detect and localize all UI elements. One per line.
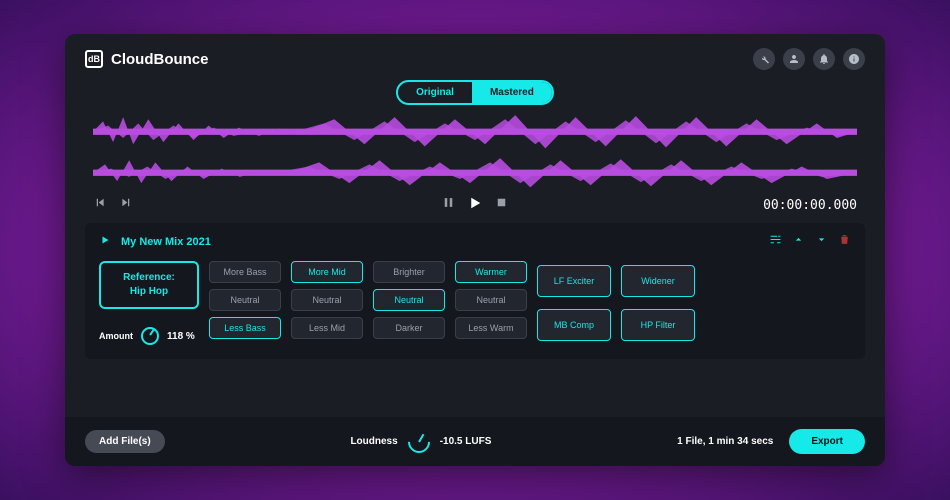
track-name: My New Mix 2021 xyxy=(121,236,211,248)
chip-neutral-bright[interactable]: Neutral xyxy=(373,289,445,311)
chip-darker[interactable]: Darker xyxy=(373,317,445,339)
user-icon[interactable] xyxy=(783,48,805,70)
chip-brighter[interactable]: Brighter xyxy=(373,261,445,283)
transport-bar: 00:00:00.000 xyxy=(65,191,885,217)
file-info: 1 File, 1 min 34 secs xyxy=(677,436,773,447)
eq-warm-col: Warmer Neutral Less Warm xyxy=(455,261,527,345)
chip-more-bass[interactable]: More Bass xyxy=(209,261,281,283)
play-icon[interactable] xyxy=(466,194,484,217)
footer-bar: Add File(s) Loudness -10.5 LUFS 1 File, … xyxy=(65,417,885,466)
logo-badge: dB xyxy=(85,50,103,68)
chip-lf-exciter[interactable]: LF Exciter xyxy=(537,265,611,297)
chip-widener[interactable]: Widener xyxy=(621,265,695,297)
sliders-icon[interactable] xyxy=(769,233,782,251)
chip-less-bass[interactable]: Less Bass xyxy=(209,317,281,339)
amount-label: Amount xyxy=(99,331,133,341)
loudness-label: Loudness xyxy=(350,436,397,447)
add-files-button[interactable]: Add File(s) xyxy=(85,430,165,453)
toggle-pill: Original Mastered xyxy=(396,80,554,105)
eq-mid-col: More Mid Neutral Less Mid xyxy=(291,261,363,345)
toggle-original[interactable]: Original xyxy=(398,82,472,103)
app-window: dB CloudBounce Original Mastered xyxy=(65,34,885,466)
skip-back-icon[interactable] xyxy=(93,195,108,215)
toggle-mastered[interactable]: Mastered xyxy=(472,82,552,103)
chip-warmer[interactable]: Warmer xyxy=(455,261,527,283)
stop-icon[interactable] xyxy=(494,195,509,215)
skip-forward-icon[interactable] xyxy=(118,195,133,215)
effects-col-2: Widener HP Filter xyxy=(621,261,695,345)
header: dB CloudBounce xyxy=(65,34,885,78)
chip-hp-filter[interactable]: HP Filter xyxy=(621,309,695,341)
chip-neutral-bass[interactable]: Neutral xyxy=(209,289,281,311)
waveform-right-channel xyxy=(93,154,857,192)
track-actions xyxy=(769,233,851,251)
bell-icon[interactable] xyxy=(813,48,835,70)
chip-more-mid[interactable]: More Mid xyxy=(291,261,363,283)
amount-value: 118 % xyxy=(167,331,195,342)
chip-less-mid[interactable]: Less Mid xyxy=(291,317,363,339)
waveform-display[interactable] xyxy=(93,113,857,191)
chip-neutral-warm[interactable]: Neutral xyxy=(455,289,527,311)
waveform-left-channel xyxy=(93,113,857,151)
amount-control: Amount 118 % xyxy=(99,327,199,345)
loudness-knob[interactable] xyxy=(403,426,434,457)
info-icon[interactable] xyxy=(843,48,865,70)
effects-col-1: LF Exciter MB Comp xyxy=(537,261,611,345)
amount-knob[interactable] xyxy=(141,327,159,345)
track-header: My New Mix 2021 xyxy=(99,233,851,251)
wrench-icon[interactable] xyxy=(753,48,775,70)
export-button[interactable]: Export xyxy=(789,429,865,454)
eq-bright-col: Brighter Neutral Darker xyxy=(373,261,445,345)
chip-mb-comp[interactable]: MB Comp xyxy=(537,309,611,341)
logo: dB CloudBounce xyxy=(85,50,209,68)
eq-bass-col: More Bass Neutral Less Bass xyxy=(209,261,281,345)
reference-label: Reference: xyxy=(123,271,175,285)
brand-name: CloudBounce xyxy=(111,51,209,68)
trash-icon[interactable] xyxy=(838,233,851,251)
chip-less-warm[interactable]: Less Warm xyxy=(455,317,527,339)
loudness-control: Loudness -10.5 LUFS xyxy=(350,431,491,453)
pause-icon[interactable] xyxy=(441,195,456,215)
collapse-up-icon[interactable] xyxy=(792,233,805,251)
track-play-icon[interactable] xyxy=(99,233,111,251)
reference-selector[interactable]: Reference: Hip Hop xyxy=(99,261,199,309)
track-panel: My New Mix 2021 Reference: Hip Hop Amoun… xyxy=(85,223,865,359)
compare-toggle: Original Mastered xyxy=(65,80,885,105)
chip-neutral-mid[interactable]: Neutral xyxy=(291,289,363,311)
loudness-value: -10.5 LUFS xyxy=(440,436,492,447)
reference-value: Hip Hop xyxy=(130,285,168,299)
header-icons xyxy=(753,48,865,70)
expand-down-icon[interactable] xyxy=(815,233,828,251)
timecode: 00:00:00.000 xyxy=(763,198,857,213)
controls-grid: Reference: Hip Hop Amount 118 % More Bas… xyxy=(99,261,851,345)
